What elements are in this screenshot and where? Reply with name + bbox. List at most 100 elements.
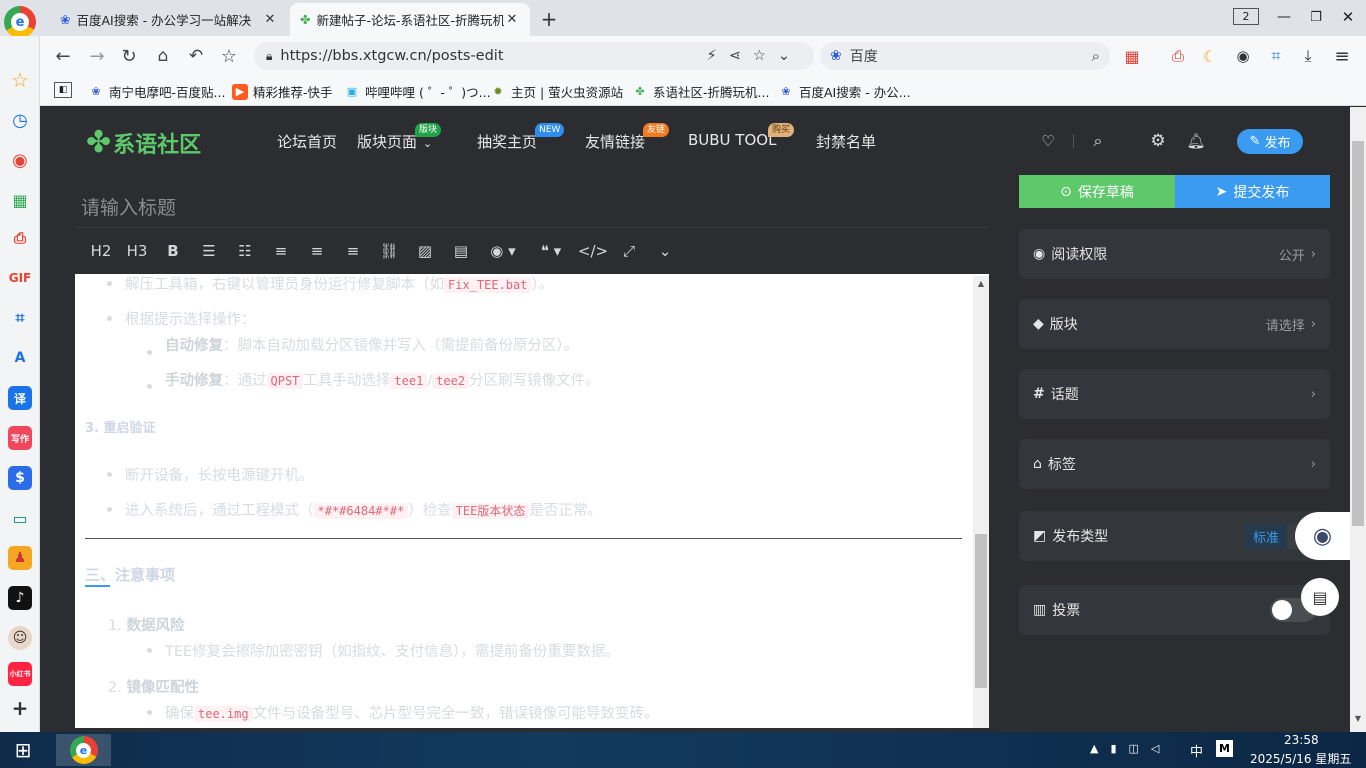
nav-links[interactable]: 友情链接 友链 (585, 123, 670, 152)
scroll-up-icon[interactable]: ▲ (975, 278, 987, 288)
crop-icon[interactable]: ⌗ (8, 306, 32, 330)
windows-start-icon[interactable]: ⊞ (10, 738, 36, 762)
clock-date[interactable]: 2025/5/16 星期五 (1250, 750, 1351, 767)
apps-grid-icon[interactable]: ▦ (1122, 46, 1142, 66)
pdf-icon[interactable]: ⎙ (8, 226, 32, 250)
ai-write-icon[interactable]: 写作 (8, 426, 32, 450)
gif-icon[interactable]: GIF (8, 266, 32, 290)
bookmark-item[interactable]: ▶ 精彩推荐-快手 (232, 82, 333, 101)
settings-gear-icon[interactable]: ⚙ (1148, 131, 1168, 151)
scroll-thumb[interactable] (1352, 141, 1364, 526)
align-left-icon[interactable]: ≡ (263, 228, 299, 274)
bold-icon[interactable]: B (155, 228, 191, 274)
site-logo[interactable]: ✤ 系语社区 (86, 125, 201, 160)
browser-logo-icon[interactable]: e (4, 6, 36, 38)
moon-icon[interactable]: ☾ (1200, 46, 1220, 66)
page-scrollbar[interactable]: ▼ (1350, 107, 1366, 732)
type-standard-option[interactable]: 标准 (1244, 523, 1287, 549)
history-clock-icon[interactable]: ◷ (8, 108, 32, 132)
quote-icon[interactable]: ❝ ▾ (527, 228, 575, 274)
xiaohongshu-icon[interactable]: 小红书 (8, 662, 32, 686)
submit-publish-button[interactable]: ➤ 提交发布 (1175, 175, 1330, 208)
align-center-icon[interactable]: ≡ (299, 228, 335, 274)
ime-indicator[interactable]: 中 (1190, 741, 1203, 760)
download-icon[interactable]: ⤓ (1298, 46, 1318, 66)
crop-icon[interactable]: ⌗ (1266, 46, 1286, 66)
bell-icon[interactable]: 🔔︎ (1186, 131, 1206, 151)
favorite-star-icon[interactable]: ☆ (218, 45, 240, 67)
bullet-list-icon[interactable]: ☰ (191, 228, 227, 274)
bookmark-item[interactable]: ❀ 百度AI搜索 - 办公... (778, 82, 910, 101)
tab-new-post[interactable]: ✤ 新建帖子-论坛-系语社区-折腾玩机 ✕ (290, 3, 530, 36)
link-icon[interactable]: ⛓ (371, 228, 407, 274)
search-icon[interactable]: ⌕ (1088, 131, 1108, 151)
nav-boards[interactable]: 版块页面 版块 ⌄ (357, 123, 442, 152)
pdf-icon[interactable]: ⎙ (1168, 46, 1188, 66)
tags-row[interactable]: ⌂ 标签 › (1019, 439, 1330, 489)
video-icon[interactable]: ▤ (443, 228, 479, 274)
bookmark-item[interactable]: ✤ 系语社区-折腾玩机... (632, 82, 769, 101)
tray-icons[interactable]: ▲▮◫◁ (1090, 742, 1171, 755)
close-window-icon[interactable]: ✕ (1338, 6, 1358, 28)
lightbulb-icon[interactable]: ♡ (1038, 131, 1058, 151)
fullscreen-icon[interactable]: ⤢ (611, 228, 647, 274)
add-icon[interactable]: + (8, 696, 32, 720)
code-icon[interactable]: </> (575, 228, 611, 274)
restore-icon[interactable]: ❐ (1306, 6, 1326, 28)
dollar-app-icon[interactable]: $ (8, 466, 32, 490)
bookmark-item[interactable]: ✹ 主页 | 萤火虫资源站 (490, 82, 623, 101)
ai-assistant-robot-icon[interactable]: ◉ (1295, 512, 1350, 560)
topic-row[interactable]: # 话题 › (1019, 369, 1330, 419)
minimize-icon[interactable]: — (1274, 6, 1294, 28)
editor-content[interactable]: 解压工具箱，右键以管理员身份运行修复脚本（如 Fix_TEE.bat）。 根据提示… (75, 274, 989, 728)
h2-button[interactable]: H2 (83, 228, 119, 274)
align-right-icon[interactable]: ≡ (335, 228, 371, 274)
monitor-icon[interactable]: ▭ (8, 506, 32, 530)
more-chevron-icon[interactable]: ⌄ (647, 228, 683, 274)
tab-count-badge[interactable]: 2 (1233, 8, 1259, 25)
nav-home[interactable]: 论坛首页 (277, 131, 337, 152)
ocr-icon[interactable]: A (8, 346, 32, 370)
avatar-icon[interactable]: ☺ (8, 626, 32, 650)
back-icon[interactable]: ← (52, 45, 74, 67)
close-tab-icon[interactable]: ✕ (262, 12, 278, 27)
undo-icon[interactable]: ↶ (185, 45, 207, 67)
save-draft-button[interactable]: ⊙ 保存草稿 (1019, 175, 1175, 208)
tiktok-icon[interactable]: ♪ (8, 586, 32, 610)
home-icon[interactable]: ⌂ (152, 45, 174, 67)
search-icon[interactable]: ⌕ (1092, 47, 1100, 65)
title-input[interactable]: 请输入标题 (75, 175, 989, 228)
scroll-down-icon[interactable]: ▼ (1352, 713, 1364, 723)
publish-button[interactable]: ✎ 发布 (1237, 129, 1303, 154)
read-permission-row[interactable]: ◉ 阅读权限 公开 › (1019, 229, 1330, 279)
scroll-thumb[interactable] (975, 534, 987, 688)
clock-time[interactable]: 23:58 (1284, 733, 1319, 747)
notes-icon[interactable]: ▤ (1301, 578, 1339, 616)
h3-button[interactable]: H3 (119, 228, 155, 274)
reload-icon[interactable]: ↻ (118, 45, 140, 67)
url-actions-icon[interactable]: ⚡⋖☆⌄ (707, 48, 802, 64)
bookmark-item[interactable]: ▣ 哔哩哔哩 ( ゜- ゜)つ... (344, 82, 491, 101)
star-icon[interactable]: ☆ (8, 68, 32, 92)
record-icon[interactable]: ◉ (8, 148, 32, 172)
image-icon[interactable]: ▨ (407, 228, 443, 274)
apps-icon[interactable]: ▦ (8, 188, 32, 212)
tab-baidu-ai[interactable]: ❀ 百度AI搜索 - 办公学习一站解决 ✕ (50, 3, 288, 36)
ime-mode-icon[interactable]: M (1216, 740, 1233, 757)
bookmark-item[interactable]: ❀ 南宁电摩吧-百度贴... (88, 82, 225, 101)
menu-icon[interactable]: ≡ (1332, 46, 1352, 67)
taskbar-browser-app[interactable]: e (56, 734, 111, 766)
forward-icon[interactable]: → (86, 45, 108, 67)
preview-eye-icon[interactable]: ◉ ▾ (479, 228, 527, 274)
search-input[interactable]: ❀ 百度 ⌕ (820, 42, 1110, 70)
nav-banned-list[interactable]: 封禁名单 (816, 131, 876, 152)
robot-icon[interactable]: ◉ (1232, 46, 1254, 66)
nav-bubu-tool[interactable]: BUBU TOOL 购买 (688, 123, 795, 149)
game-icon[interactable]: ♟ (8, 546, 32, 570)
new-tab-icon[interactable]: + (538, 7, 560, 31)
url-field[interactable]: 🔒︎ https://bbs.xtgcw.cn/posts-edit ⚡⋖☆⌄ (254, 42, 814, 70)
ordered-list-icon[interactable]: ☷ (227, 228, 263, 274)
close-tab-icon[interactable]: ✕ (504, 12, 520, 27)
nav-lottery[interactable]: 抽奖主页 NEW (477, 123, 565, 152)
editor-scrollbar[interactable]: ▲ (973, 276, 989, 728)
